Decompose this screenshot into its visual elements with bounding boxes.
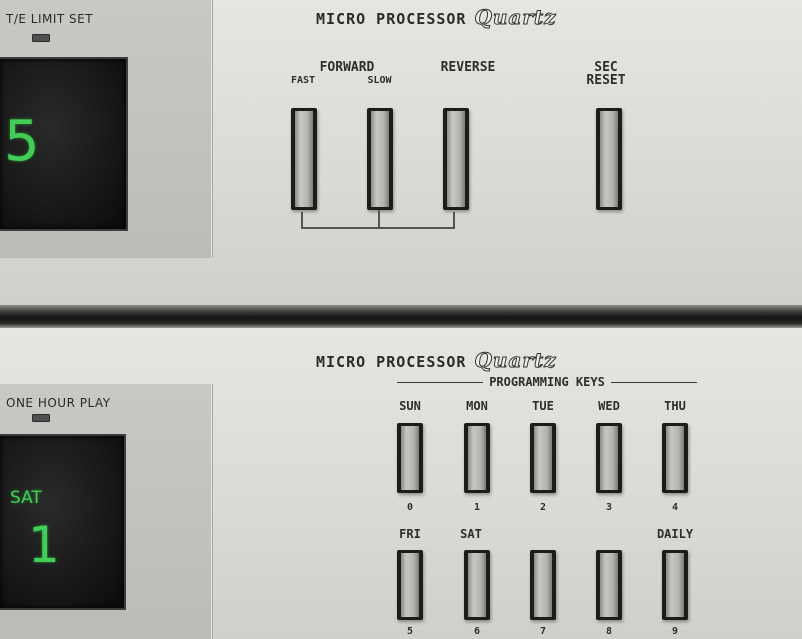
programming-keys-label: PROGRAMMING KEYS (489, 375, 605, 389)
reset-label: RESET (586, 73, 626, 88)
day-label: FRI (399, 527, 421, 541)
display-window: SAT 1 (0, 434, 126, 610)
one-hour-play-label: ONE HOUR PLAY (6, 396, 111, 410)
title-rule-right (610, 381, 697, 383)
top-unit: T/E LIMIT SET 5 MICRO PROCESSOR Quartz FO… (0, 0, 802, 305)
forward-label: FORWARD (319, 60, 375, 75)
quartz-logo: Quartz (474, 348, 557, 373)
day-label: THU (664, 399, 686, 413)
program-key-5[interactable] (397, 550, 423, 620)
fast-label: FAST (290, 75, 316, 86)
day-label: MON (466, 399, 488, 413)
reverse-label: REVERSE (440, 60, 496, 75)
forward-slow-button[interactable] (367, 108, 393, 210)
slow-label: SLOW (367, 75, 392, 86)
display-day: SAT (10, 488, 42, 508)
time-limit-panel: T/E LIMIT SET 5 (0, 0, 213, 258)
indicator-led (32, 414, 50, 422)
program-key-1[interactable] (464, 423, 490, 493)
day-label: SAT (460, 527, 482, 541)
key-number: 7 (539, 626, 547, 637)
time-limit-label: T/E LIMIT SET (6, 12, 94, 26)
program-key-7[interactable] (530, 550, 556, 620)
program-key-2[interactable] (530, 423, 556, 493)
key-number: 1 (473, 502, 481, 513)
display-digit: 5 (4, 109, 40, 174)
day-label: TUE (532, 399, 554, 413)
sec-reset-button[interactable] (596, 108, 622, 210)
program-key-4[interactable] (662, 423, 688, 493)
one-hour-play-panel: ONE HOUR PLAY SAT 1 (0, 384, 213, 639)
day-label: SUN (399, 399, 421, 413)
key-number: 2 (539, 502, 547, 513)
programming-keys-title: PROGRAMMING KEYS (397, 375, 697, 389)
program-key-6[interactable] (464, 550, 490, 620)
title-rule-left (397, 381, 484, 383)
program-key-8[interactable] (596, 550, 622, 620)
display-window: 5 (0, 57, 128, 231)
program-key-9[interactable] (662, 550, 688, 620)
program-key-0[interactable] (397, 423, 423, 493)
display-digit: 1 (28, 516, 60, 574)
key-number: 9 (671, 626, 679, 637)
reverse-button[interactable] (443, 108, 469, 210)
key-number: 5 (406, 626, 414, 637)
day-label: DAILY (656, 527, 694, 541)
key-number: 8 (605, 626, 613, 637)
brand-label: MICRO PROCESSOR Quartz (316, 5, 557, 30)
key-number: 0 (406, 502, 414, 513)
indicator-led (32, 34, 50, 42)
brand-text: MICRO PROCESSOR (316, 353, 467, 371)
key-number: 3 (605, 502, 613, 513)
brand-text: MICRO PROCESSOR (316, 10, 467, 28)
button-group-bracket (301, 210, 455, 229)
unit-divider (0, 305, 802, 328)
day-label: WED (598, 399, 620, 413)
key-number: 6 (473, 626, 481, 637)
quartz-logo: Quartz (474, 5, 557, 30)
brand-label: MICRO PROCESSOR Quartz (316, 348, 557, 373)
forward-fast-button[interactable] (291, 108, 317, 210)
key-number: 4 (671, 502, 679, 513)
program-key-3[interactable] (596, 423, 622, 493)
